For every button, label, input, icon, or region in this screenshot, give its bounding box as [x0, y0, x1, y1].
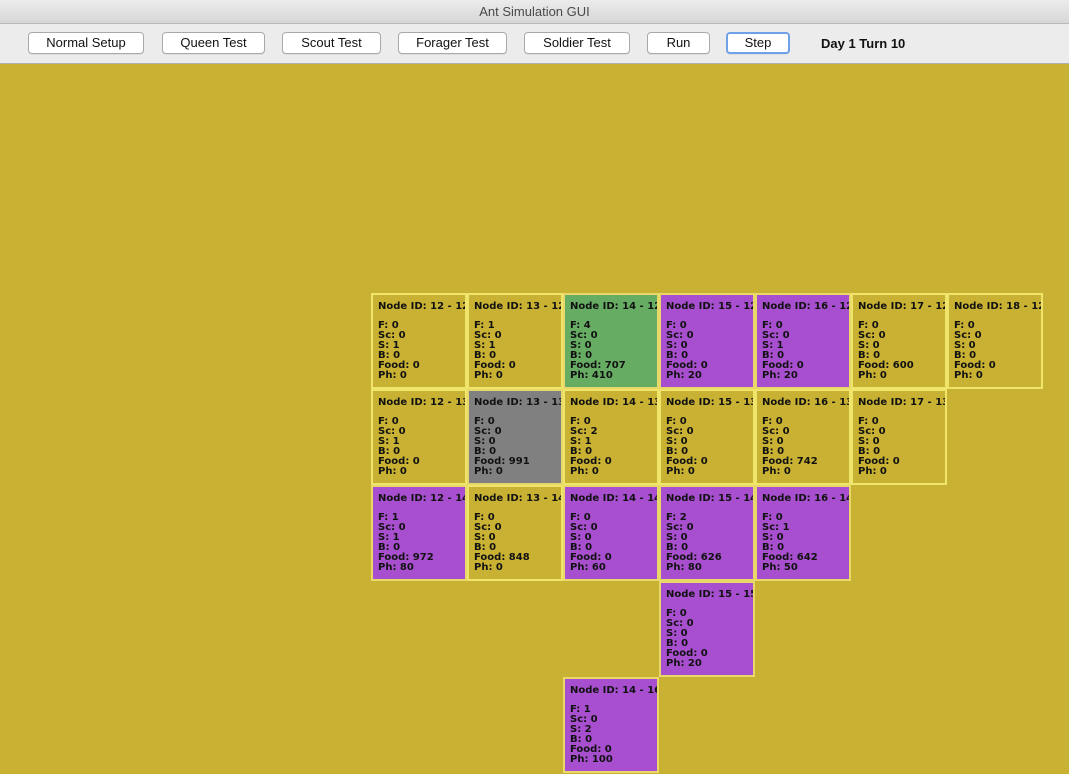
pheromone-level: Ph: 0	[666, 466, 695, 477]
pheromone-level: Ph: 0	[474, 466, 503, 477]
node-stats: F: 0 Sc: 0 S: 0 B: 0 Food: 0 Ph: 0	[954, 321, 996, 381]
node-id-label: Node ID: 15 - 15	[666, 589, 755, 600]
node-id-label: Node ID: 17 - 13	[858, 397, 947, 408]
grid-node[interactable]: Node ID: 14 - 12 F: 4 Sc: 0 S: 0 B: 0 Food: 7…	[563, 293, 659, 389]
node-id-label: Node ID: 16 - 12	[762, 301, 851, 312]
node-id-label: Node ID: 12 - 12	[378, 301, 467, 312]
grid-node[interactable]: Node ID: 12 - 13 F: 0 Sc: 0 S: 1 B: 0 Food: 0…	[371, 389, 467, 485]
node-stats: F: 0 Sc: 0 S: 0 B: 0 Food: 600 Ph: 0	[858, 321, 914, 381]
node-id-label: Node ID: 14 - 16	[570, 685, 659, 696]
node-id-label: Node ID: 13 - 12	[474, 301, 563, 312]
grid-node[interactable]: Node ID: 15 - 13 F: 0 Sc: 0 S: 0 B: 0 Food: 0…	[659, 389, 755, 485]
node-id-label: Node ID: 15 - 13	[666, 397, 755, 408]
pheromone-level: Ph: 60	[570, 562, 606, 573]
pheromone-level: Ph: 0	[954, 370, 983, 381]
window-title: Ant Simulation GUI	[479, 4, 590, 19]
node-stats: F: 1 Sc: 0 S: 1 B: 0 Food: 972 Ph: 80	[378, 513, 434, 573]
node-stats: F: 0 Sc: 0 S: 1 B: 0 Food: 0 Ph: 0	[378, 417, 420, 477]
grid-node[interactable]: Node ID: 14 - 14 F: 0 Sc: 0 S: 0 B: 0 Food: 0…	[563, 485, 659, 581]
grid-node[interactable]: Node ID: 17 - 12 F: 0 Sc: 0 S: 0 B: 0 Food: 6…	[851, 293, 947, 389]
node-stats: F: 0 Sc: 0 S: 0 B: 0 Food: 0 Ph: 0	[858, 417, 900, 477]
node-id-label: Node ID: 14 - 12	[570, 301, 659, 312]
node-stats: F: 4 Sc: 0 S: 0 B: 0 Food: 707 Ph: 410	[570, 321, 626, 381]
node-stats: F: 0 Sc: 0 S: 0 B: 0 Food: 0 Ph: 0	[666, 417, 708, 477]
pheromone-level: Ph: 20	[666, 658, 702, 669]
node-stats: F: 0 Sc: 1 S: 0 B: 0 Food: 642 Ph: 50	[762, 513, 818, 573]
grid-node[interactable]: Node ID: 18 - 12 F: 0 Sc: 0 S: 0 B: 0 Food: 0…	[947, 293, 1043, 389]
node-stats: F: 0 Sc: 0 S: 0 B: 0 Food: 0 Ph: 60	[570, 513, 612, 573]
node-id-label: Node ID: 13 - 14	[474, 493, 563, 504]
pheromone-level: Ph: 0	[474, 370, 503, 381]
pheromone-level: Ph: 410	[570, 370, 613, 381]
grid-node[interactable]: Node ID: 16 - 14 F: 0 Sc: 1 S: 0 B: 0 Food: 6…	[755, 485, 851, 581]
grid-node[interactable]: Node ID: 13 - 13 F: 0 Sc: 0 S: 0 B: 0 Food: 9…	[467, 389, 563, 485]
scout-test-button[interactable]: Scout Test	[282, 32, 381, 54]
pheromone-level: Ph: 0	[858, 370, 887, 381]
node-id-label: Node ID: 15 - 12	[666, 301, 755, 312]
pheromone-level: Ph: 0	[378, 370, 407, 381]
grid-node[interactable]: Node ID: 13 - 12 F: 1 Sc: 0 S: 1 B: 0 Food: 0…	[467, 293, 563, 389]
window-titlebar: Ant Simulation GUI	[0, 0, 1069, 24]
grid-node[interactable]: Node ID: 12 - 14 F: 1 Sc: 0 S: 1 B: 0 Food: 9…	[371, 485, 467, 581]
node-stats: F: 0 Sc: 0 S: 0 B: 0 Food: 0 Ph: 20	[666, 609, 708, 669]
grid-node[interactable]: Node ID: 16 - 12 F: 0 Sc: 0 S: 1 B: 0 Food: 0…	[755, 293, 851, 389]
node-id-label: Node ID: 16 - 13	[762, 397, 851, 408]
grid-node[interactable]: Node ID: 13 - 14 F: 0 Sc: 0 S: 0 B: 0 Food: 8…	[467, 485, 563, 581]
node-id-label: Node ID: 12 - 13	[378, 397, 467, 408]
pheromone-level: Ph: 20	[666, 370, 702, 381]
pheromone-level: Ph: 0	[762, 466, 791, 477]
node-id-label: Node ID: 16 - 14	[762, 493, 851, 504]
pheromone-level: Ph: 0	[858, 466, 887, 477]
node-stats: F: 2 Sc: 0 S: 0 B: 0 Food: 626 Ph: 80	[666, 513, 722, 573]
grid-node[interactable]: Node ID: 15 - 15 F: 0 Sc: 0 S: 0 B: 0 Food: 0…	[659, 581, 755, 677]
soldier-test-button[interactable]: Soldier Test	[524, 32, 630, 54]
step-button[interactable]: Step	[726, 32, 790, 54]
node-id-label: Node ID: 14 - 14	[570, 493, 659, 504]
node-id-label: Node ID: 18 - 12	[954, 301, 1043, 312]
day-turn-status: Day 1 Turn 10	[821, 36, 906, 51]
node-stats: F: 0 Sc: 0 S: 0 B: 0 Food: 848 Ph: 0	[474, 513, 530, 573]
node-id-label: Node ID: 15 - 14	[666, 493, 755, 504]
node-stats: F: 0 Sc: 0 S: 1 B: 0 Food: 0 Ph: 0	[378, 321, 420, 381]
toolbar: Normal Setup Queen Test Scout Test Forag…	[0, 24, 1069, 64]
grid-node[interactable]: Node ID: 15 - 14 F: 2 Sc: 0 S: 0 B: 0 Food: 6…	[659, 485, 755, 581]
grid-node[interactable]: Node ID: 14 - 16 F: 1 Sc: 0 S: 2 B: 0 Food: 0…	[563, 677, 659, 773]
normal-setup-button[interactable]: Normal Setup	[28, 32, 144, 54]
queen-test-button[interactable]: Queen Test	[162, 32, 265, 54]
node-stats: F: 0 Sc: 0 S: 0 B: 0 Food: 0 Ph: 20	[666, 321, 708, 381]
node-id-label: Node ID: 14 - 13	[570, 397, 659, 408]
node-id-label: Node ID: 17 - 12	[858, 301, 947, 312]
node-id-label: Node ID: 13 - 13	[474, 397, 563, 408]
pheromone-level: Ph: 80	[666, 562, 702, 573]
node-stats: F: 1 Sc: 0 S: 1 B: 0 Food: 0 Ph: 0	[474, 321, 516, 381]
node-stats: F: 1 Sc: 0 S: 2 B: 0 Food: 0 Ph: 100	[570, 705, 613, 765]
node-stats: F: 0 Sc: 0 S: 0 B: 0 Food: 742 Ph: 0	[762, 417, 818, 477]
pheromone-level: Ph: 100	[570, 754, 613, 765]
forager-test-button[interactable]: Forager Test	[398, 32, 507, 54]
grid-node[interactable]: Node ID: 12 - 12 F: 0 Sc: 0 S: 1 B: 0 Food: 0…	[371, 293, 467, 389]
pheromone-level: Ph: 50	[762, 562, 798, 573]
grid-node[interactable]: Node ID: 15 - 12 F: 0 Sc: 0 S: 0 B: 0 Food: 0…	[659, 293, 755, 389]
node-id-label: Node ID: 12 - 14	[378, 493, 467, 504]
pheromone-level: Ph: 0	[570, 466, 599, 477]
pheromone-level: Ph: 80	[378, 562, 414, 573]
grid-node[interactable]: Node ID: 16 - 13 F: 0 Sc: 0 S: 0 B: 0 Food: 7…	[755, 389, 851, 485]
pheromone-level: Ph: 0	[378, 466, 407, 477]
pheromone-level: Ph: 0	[474, 562, 503, 573]
grid-node[interactable]: Node ID: 17 - 13 F: 0 Sc: 0 S: 0 B: 0 Food: 0…	[851, 389, 947, 485]
pheromone-level: Ph: 20	[762, 370, 798, 381]
node-stats: F: 0 Sc: 0 S: 1 B: 0 Food: 0 Ph: 20	[762, 321, 804, 381]
run-button[interactable]: Run	[647, 32, 710, 54]
node-stats: F: 0 Sc: 0 S: 0 B: 0 Food: 991 Ph: 0	[474, 417, 530, 477]
node-stats: F: 0 Sc: 2 S: 1 B: 0 Food: 0 Ph: 0	[570, 417, 612, 477]
grid-node[interactable]: Node ID: 14 - 13 F: 0 Sc: 2 S: 1 B: 0 Food: 0…	[563, 389, 659, 485]
